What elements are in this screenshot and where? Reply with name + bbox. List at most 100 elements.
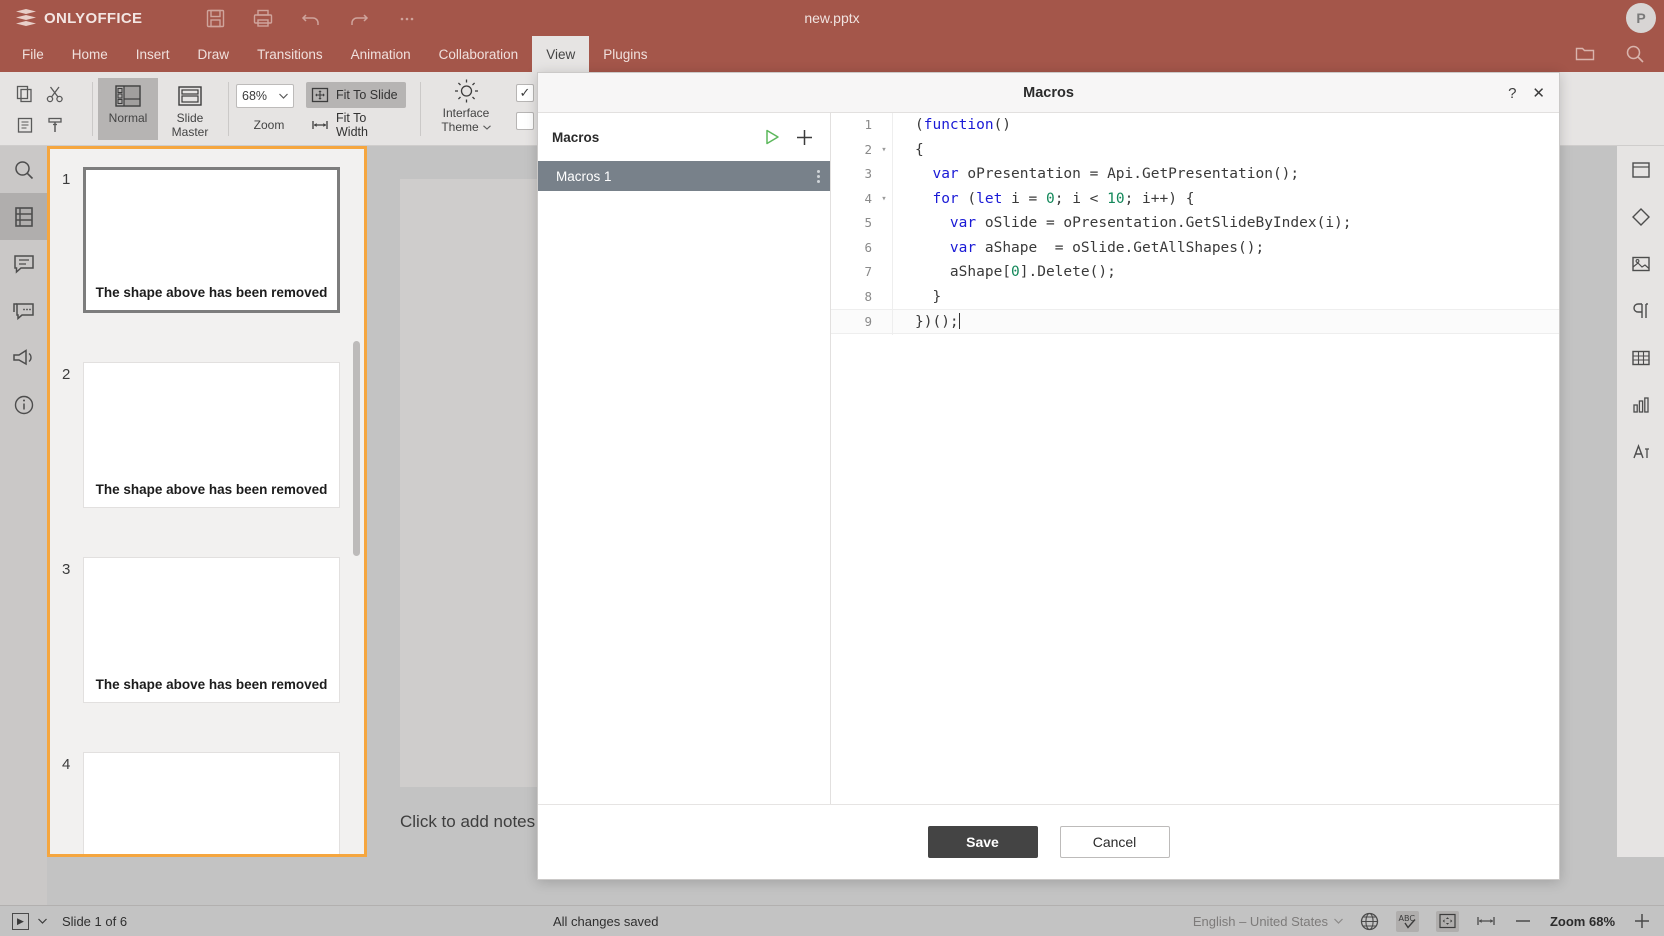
thumbnails-scrollbar[interactable] [353,341,360,556]
macro-overflow-menu-icon[interactable] [817,169,820,183]
code-line[interactable]: 7 aShape[0].Delete(); [831,260,1559,285]
macro-code-editor[interactable]: 1 (function() 2 ▾ { 3 var oPresentation … [831,113,1559,804]
thumbnail-slide-2[interactable]: The shape above has been removed [83,362,340,508]
fold-toggle-icon[interactable]: ▾ [876,138,892,163]
menu-bar-right [1574,36,1664,72]
thumbnail-slide-4[interactable]: The shape above has been removed [83,752,340,854]
sidebar-item-text-art-settings[interactable] [1617,428,1664,475]
brand-name: ONLYOFFICE [44,9,143,27]
open-file-location-icon[interactable] [1574,43,1596,65]
code-line[interactable]: 2 ▾ { [831,137,1559,163]
macros-list-item[interactable]: Macros 1 [538,161,830,191]
chart-settings-icon [1632,396,1649,413]
fit-to-width-button[interactable]: Fit To Width [306,111,408,139]
save-icon[interactable] [204,7,226,29]
cut-icon[interactable] [46,85,64,103]
interface-theme-button[interactable]: Interface Theme [430,78,502,140]
redo-icon[interactable] [348,7,370,29]
slide-settings-icon [1631,161,1650,178]
thumbnail-row[interactable]: 2 The shape above has been removed [50,344,364,539]
zoom-select[interactable]: 68% [236,84,294,108]
fold-toggle-icon[interactable]: ▾ [876,187,892,212]
zoom-level-label[interactable]: Zoom 68% [1550,914,1615,929]
thumbnail-slide-1[interactable]: The shape above has been removed [83,167,340,313]
sidebar-item-chat[interactable] [0,287,47,334]
thumbnail-row[interactable]: 3 The shape above has been removed [50,539,364,734]
tab-insert[interactable]: Insert [122,36,184,72]
tab-collaboration[interactable]: Collaboration [425,36,533,72]
sidebar-item-chart-settings[interactable] [1617,381,1664,428]
chevron-down-icon[interactable] [38,918,47,924]
menu-bar: File Home Insert Draw Transitions Animat… [0,36,1664,72]
save-button[interactable]: Save [927,826,1038,858]
line-number: 4 [864,190,872,206]
undo-icon[interactable] [300,7,322,29]
sidebar-item-search[interactable] [0,146,47,193]
interface-theme-label-2-wrap: Theme [441,120,491,135]
sidebar-item-paragraph-settings[interactable] [1617,287,1664,334]
language-selector[interactable]: English – United States [1193,914,1343,929]
code-line[interactable]: 8 } [831,284,1559,309]
sidebar-item-slide-settings[interactable] [1617,146,1664,193]
avatar[interactable]: P [1626,3,1656,33]
tab-animation[interactable]: Animation [337,36,425,72]
copy-icon[interactable] [16,85,34,103]
code-line[interactable]: 1 (function() [831,113,1559,138]
fit-to-slide-button[interactable]: Fit To Slide [306,82,406,108]
paste-icon[interactable] [16,116,34,134]
code-line-active[interactable]: 9 })(); [831,309,1559,335]
run-macro-icon[interactable] [763,128,781,146]
close-icon[interactable]: ✕ [1532,84,1545,102]
rulers-checkbox[interactable]: ✓ [516,84,534,102]
fit-to-slide-icon[interactable] [1435,910,1459,932]
set-language-icon[interactable] [1360,912,1379,931]
zoom-out-icon[interactable] [1513,913,1533,929]
slide-thumbnails-list[interactable]: 1 The shape above has been removed 2 The… [50,149,364,854]
sidebar-item-table-settings[interactable] [1617,334,1664,381]
start-slideshow-icon[interactable]: ▶ [12,912,29,930]
interface-theme-label-1: Interface [442,106,490,120]
code-line[interactable]: 6 var aShape = oSlide.GetAllShapes(); [831,235,1559,260]
fit-to-width-icon[interactable] [1476,913,1496,929]
tab-home[interactable]: Home [58,36,122,72]
tab-view[interactable]: View [532,36,590,72]
fit-to-slide-icon [311,86,329,104]
slide-thumbnails-panel: 1 The shape above has been removed 2 The… [47,146,367,857]
print-icon[interactable] [252,7,274,29]
help-icon[interactable]: ? [1508,85,1516,102]
add-macro-icon[interactable] [795,128,814,147]
about-icon [14,395,33,414]
spell-check-icon[interactable]: ABC [1395,910,1419,932]
thumbnail-number: 1 [62,171,71,188]
code-line[interactable]: 5 var oSlide = oPresentation.GetSlideByI… [831,211,1559,236]
tab-file[interactable]: File [8,36,58,72]
sidebar-item-image-settings[interactable] [1617,240,1664,287]
thumbnail-slide-3[interactable]: The shape above has been removed [83,557,340,703]
macros-list-actions [763,128,814,147]
cancel-button[interactable]: Cancel [1059,826,1170,858]
clipboard-group [10,78,70,140]
code-line[interactable]: 4 ▾ for (let i = 0; i < 10; i++) { [831,186,1559,212]
sidebar-item-comments[interactable] [0,240,47,287]
search-icon[interactable] [1624,43,1646,65]
sidebar-item-feedback[interactable] [0,334,47,381]
slide-master-button[interactable]: Slide Master [160,78,220,140]
sidebar-item-shape-settings[interactable] [1617,193,1664,240]
tab-transitions[interactable]: Transitions [243,36,337,72]
tab-plugins[interactable]: Plugins [589,36,661,72]
gridlines-checkbox[interactable]: ✓ [516,112,534,130]
normal-view-button[interactable]: Normal [98,78,158,140]
fit-to-slide-label: Fit To Slide [336,88,398,102]
copy-style-icon[interactable] [46,116,64,134]
thumbnail-row[interactable]: 1 The shape above has been removed [50,149,364,344]
more-icon[interactable] [396,7,418,29]
tab-draw[interactable]: Draw [184,36,244,72]
thumbnail-text: The shape above has been removed [95,677,328,692]
sidebar-item-about[interactable] [0,381,47,428]
thumbnail-row[interactable]: 4 The shape above has been removed [50,734,364,854]
zoom-group-label: Zoom [253,118,285,132]
zoom-in-icon[interactable] [1632,913,1652,929]
macros-dialog-body: Macros Macros 1 1 (function() 2 ▾ {3 va… [538,113,1559,804]
sidebar-item-slides[interactable] [0,193,47,240]
code-line[interactable]: 3 var oPresentation = Api.GetPresentatio… [831,162,1559,187]
